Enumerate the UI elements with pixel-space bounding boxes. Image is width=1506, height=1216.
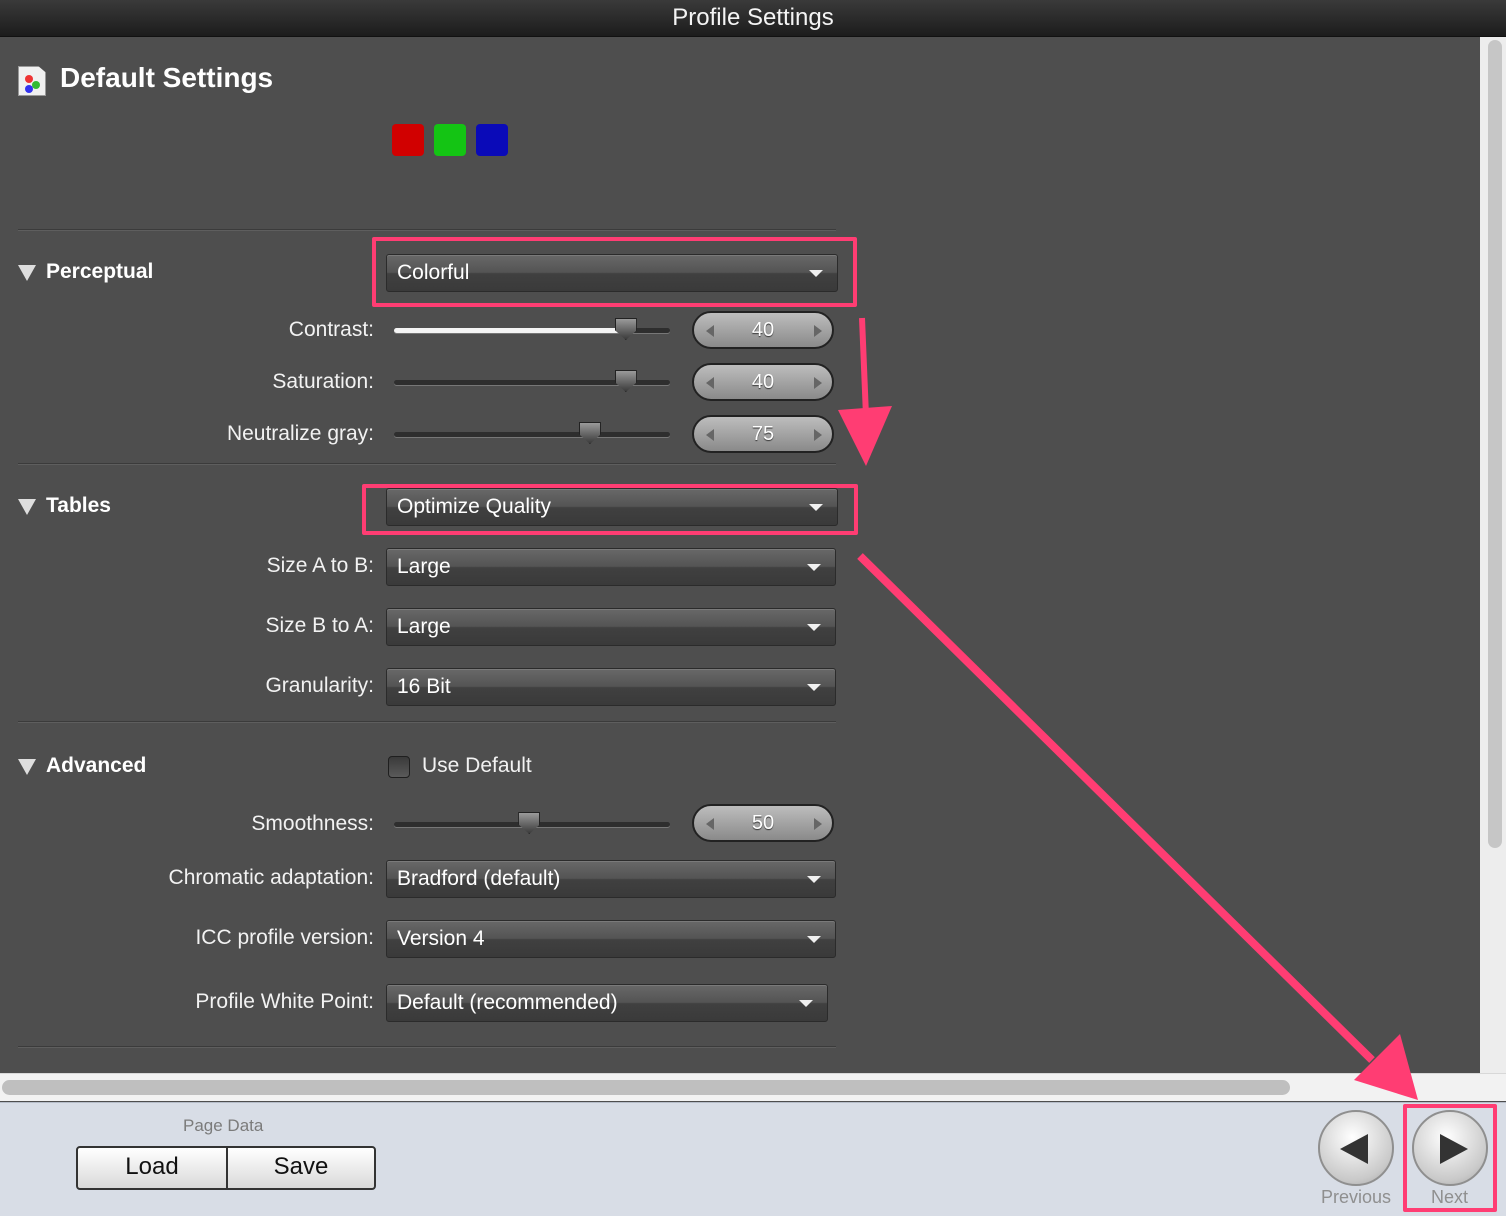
saturation-slider[interactable]: [394, 370, 670, 392]
arrow-left-icon: [1340, 1134, 1368, 1164]
neutralize-gray-value[interactable]: 75: [694, 423, 832, 446]
contrast-label: Contrast:: [288, 318, 374, 341]
chevron-down-icon: [807, 936, 821, 943]
advanced-section-title: Advanced: [46, 754, 147, 777]
use-default-checkbox[interactable]: [388, 756, 410, 778]
icc-profile-version-value: Version 4: [397, 927, 485, 950]
profile-white-point-label: Profile White Point:: [195, 990, 374, 1013]
contrast-slider-fill: [394, 328, 626, 333]
smoothness-value[interactable]: 50: [694, 812, 832, 835]
chevron-down-icon: [807, 624, 821, 631]
green-channel-swatch: [434, 124, 466, 156]
granularity-label: Granularity:: [265, 674, 374, 697]
save-button[interactable]: Save: [226, 1146, 376, 1190]
tables-section-title: Tables: [46, 494, 111, 517]
size-b-to-a-select[interactable]: Large: [386, 608, 836, 646]
neutralize-gray-stepper[interactable]: 75: [692, 415, 834, 453]
previous-button[interactable]: [1318, 1110, 1394, 1186]
granularity-value: 16 Bit: [397, 675, 451, 698]
size-a-to-b-select[interactable]: Large: [386, 548, 836, 586]
size-b-to-a-value: Large: [397, 615, 451, 638]
highlight-box-perceptual-mode: [372, 237, 857, 307]
granularity-select[interactable]: 16 Bit: [386, 668, 836, 706]
horizontal-scroll-thumb[interactable]: [2, 1080, 1290, 1095]
use-default-label[interactable]: Use Default: [422, 754, 532, 778]
advanced-disclosure-triangle-icon[interactable]: [18, 759, 36, 775]
profile-document-icon: [18, 66, 46, 96]
vertical-scroll-thumb[interactable]: [1488, 40, 1502, 848]
tables-disclosure-triangle-icon[interactable]: [18, 499, 36, 515]
load-button[interactable]: Load: [76, 1146, 228, 1190]
page-data-label: Page Data: [183, 1116, 264, 1135]
size-b-to-a-label: Size B to A:: [265, 614, 374, 637]
contrast-slider[interactable]: [394, 318, 670, 340]
icc-profile-version-label: ICC profile version:: [195, 926, 374, 949]
saturation-label: Saturation:: [272, 370, 374, 393]
chevron-down-icon: [807, 564, 821, 571]
saturation-stepper[interactable]: 40: [692, 363, 834, 401]
chromatic-adaptation-select[interactable]: Bradford (default): [386, 860, 836, 898]
divider: [18, 463, 836, 465]
divider: [18, 1046, 836, 1048]
previous-label: Previous: [1321, 1187, 1392, 1207]
chromatic-adaptation-label: Chromatic adaptation:: [168, 866, 374, 889]
perceptual-section-title: Perceptual: [46, 260, 154, 283]
contrast-value[interactable]: 40: [694, 319, 832, 342]
blue-channel-swatch: [476, 124, 508, 156]
chevron-down-icon: [807, 684, 821, 691]
profile-white-point-select[interactable]: Default (recommended): [386, 984, 828, 1022]
contrast-stepper[interactable]: 40: [692, 311, 834, 349]
divider: [18, 229, 836, 231]
neutralize-gray-slider[interactable]: [394, 422, 670, 444]
increment-arrow-icon[interactable]: [814, 377, 822, 389]
size-a-to-b-label: Size A to B:: [266, 554, 374, 577]
smoothness-stepper[interactable]: 50: [692, 804, 834, 842]
perceptual-disclosure-triangle-icon[interactable]: [18, 265, 36, 281]
smoothness-slider[interactable]: [394, 812, 670, 834]
page-title: Default Settings: [60, 62, 274, 93]
highlight-box-next-button: [1403, 1104, 1497, 1212]
smoothness-label: Smoothness:: [251, 812, 374, 835]
red-channel-swatch: [392, 124, 424, 156]
size-a-to-b-value: Large: [397, 555, 451, 578]
chromatic-adaptation-value: Bradford (default): [397, 867, 561, 890]
divider: [18, 721, 836, 723]
increment-arrow-icon[interactable]: [814, 325, 822, 337]
highlight-box-tables-mode: [362, 484, 858, 535]
neutralize-gray-label: Neutralize gray:: [226, 422, 374, 445]
increment-arrow-icon[interactable]: [814, 818, 822, 830]
saturation-value[interactable]: 40: [694, 371, 832, 394]
chevron-down-icon: [799, 1000, 813, 1007]
profile-white-point-value: Default (recommended): [397, 991, 618, 1014]
chevron-down-icon: [807, 876, 821, 883]
increment-arrow-icon[interactable]: [814, 429, 822, 441]
window-title: Profile Settings: [0, 0, 1506, 37]
icc-profile-version-select[interactable]: Version 4: [386, 920, 836, 958]
